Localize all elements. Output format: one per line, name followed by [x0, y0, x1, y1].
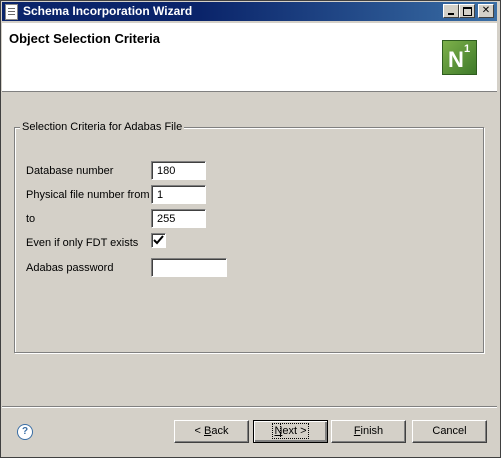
back-label: ack — [211, 425, 229, 437]
footer-separator — [2, 406, 497, 408]
next-label: ext > — [280, 423, 309, 439]
logo-superscript: 1 — [464, 43, 471, 55]
adabas-password-label: Adabas password — [26, 262, 114, 274]
file-number-to-label: to — [26, 213, 36, 225]
minimize-button[interactable] — [443, 4, 459, 18]
fdt-only-checkbox[interactable] — [151, 233, 166, 248]
fdt-only-label: Even if only FDT exists — [26, 237, 139, 249]
document-icon — [5, 4, 18, 20]
database-number-label: Database number — [26, 165, 114, 177]
back-prefix: < — [194, 425, 204, 437]
close-button[interactable]: ✕ — [478, 4, 494, 18]
file-number-to-input[interactable]: 255 — [151, 209, 206, 228]
page-title: Object Selection Criteria — [9, 31, 160, 46]
title-bar[interactable]: Schema Incorporation Wizard ✕ — [2, 2, 497, 21]
cancel-button[interactable]: Cancel — [412, 420, 487, 443]
maximize-button[interactable] — [459, 4, 475, 18]
file-number-from-label: Physical file number from — [26, 189, 150, 201]
n1-logo-icon: N 1 — [442, 40, 477, 75]
back-button[interactable]: < Back — [174, 420, 249, 443]
wizard-header: Object Selection Criteria N 1 — [2, 23, 497, 92]
help-icon[interactable]: ? — [17, 424, 33, 440]
database-number-input[interactable]: 180 — [151, 161, 206, 180]
window-title: Schema Incorporation Wizard — [23, 4, 193, 18]
file-number-from-input[interactable]: 1 — [151, 185, 206, 204]
checkmark-icon — [153, 235, 164, 245]
next-button[interactable]: Next > — [253, 420, 328, 443]
finish-label: inish — [360, 425, 384, 437]
adabas-password-input[interactable] — [151, 258, 227, 277]
finish-mnemonic: F — [353, 425, 361, 437]
finish-button[interactable]: Finish — [331, 420, 406, 443]
logo-letter: N — [448, 47, 464, 72]
group-legend: Selection Criteria for Adabas File — [20, 121, 185, 133]
